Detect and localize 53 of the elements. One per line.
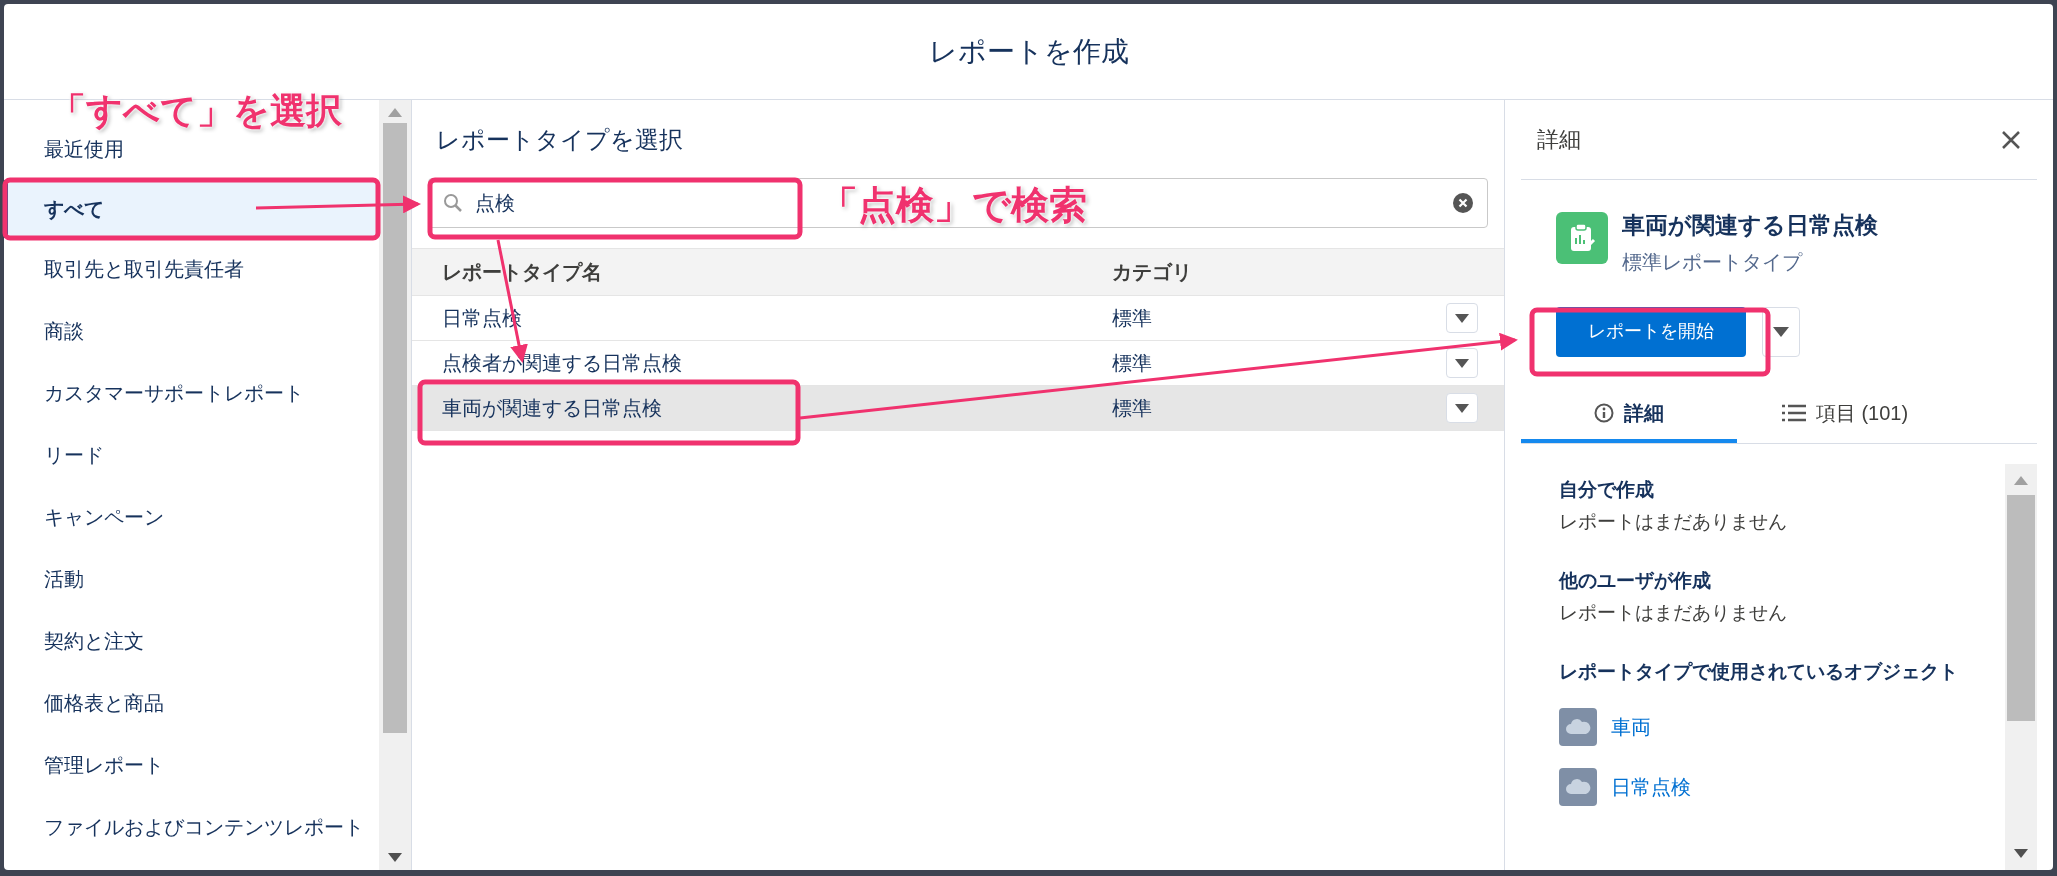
column-header: カテゴリ [1112,260,1193,285]
report-type-subtitle: 標準レポートタイプ [1622,249,1804,275]
search-icon [443,193,463,213]
table-row[interactable]: 車両が関連する日常点検 標準 [412,386,1504,431]
table-cell-text: 標準 [1112,351,1153,376]
sidebar-item[interactable]: 契約と注文 [4,624,379,658]
section-text: レポートはまだありません [1559,510,1788,534]
list-icon [1781,403,1806,422]
row-action-button[interactable] [1446,348,1478,378]
sidebar-item[interactable]: カスタマーサポートレポート [4,376,379,410]
panel-title: 詳細 [1537,126,1581,154]
object-icon [1559,708,1597,746]
scroll-down-icon[interactable] [2014,849,2028,858]
scrollbar[interactable] [2005,463,2037,870]
column-header: レポートタイプ名 [441,260,603,285]
section-heading: 他のユーザが作成 [1559,568,1712,593]
sidebar-item[interactable]: 取引先と取引先責任者 [4,252,379,286]
clear-icon[interactable] [1453,193,1473,213]
caret-icon [1455,403,1469,413]
object-link[interactable]: 日常点検 [1611,772,1691,802]
dropdown-button[interactable] [1762,306,1800,357]
scroll-down-icon[interactable] [388,853,402,862]
section-heading: レポートタイプで使用されているオブジェクト [1559,659,1959,684]
caret-icon [1773,326,1789,337]
report-type-title: 車両が関連する日常点検 [1622,211,1878,240]
caret-icon [1455,313,1469,323]
section-heading: 自分で作成 [1559,477,1655,502]
info-icon [1594,402,1614,423]
tab[interactable]: 項目 (101) [1737,386,1953,443]
object-link[interactable]: 車両 [1611,712,1651,742]
scrollbar[interactable] [379,100,411,870]
row-action-button[interactable] [1446,393,1478,423]
report-icon [1556,212,1608,264]
sidebar-item[interactable]: 最近使用 [4,132,379,166]
table-cell-text: 車両が関連する日常点検 [441,396,663,421]
close-icon[interactable] [2001,129,2021,150]
sidebar-item[interactable]: 価格表と商品 [4,686,379,720]
tab[interactable]: 詳細 [1521,386,1737,443]
table-cell-text: 標準 [1112,396,1153,421]
sidebar-item[interactable]: ファイルおよびコンテンツレポート [4,810,379,844]
sidebar-item[interactable]: キャンペーン [4,500,379,534]
sidebar-item[interactable]: 商談 [4,314,379,348]
table-cell-text: 標準 [1112,306,1153,331]
sidebar-item[interactable]: リード [4,438,379,472]
object-icon [1559,768,1597,806]
row-action-button[interactable] [1446,303,1478,333]
sidebar-item[interactable]: 管理レポート [4,748,379,782]
section-text: レポートはまだありません [1559,601,1788,625]
window-title: レポートを作成 [928,34,1129,69]
sidebar-item[interactable]: 活動 [4,562,379,596]
panel-title: レポートタイプを選択 [435,125,684,155]
caret-icon [1455,358,1469,368]
annotation-text: 「すべて」を選択 [50,89,342,133]
